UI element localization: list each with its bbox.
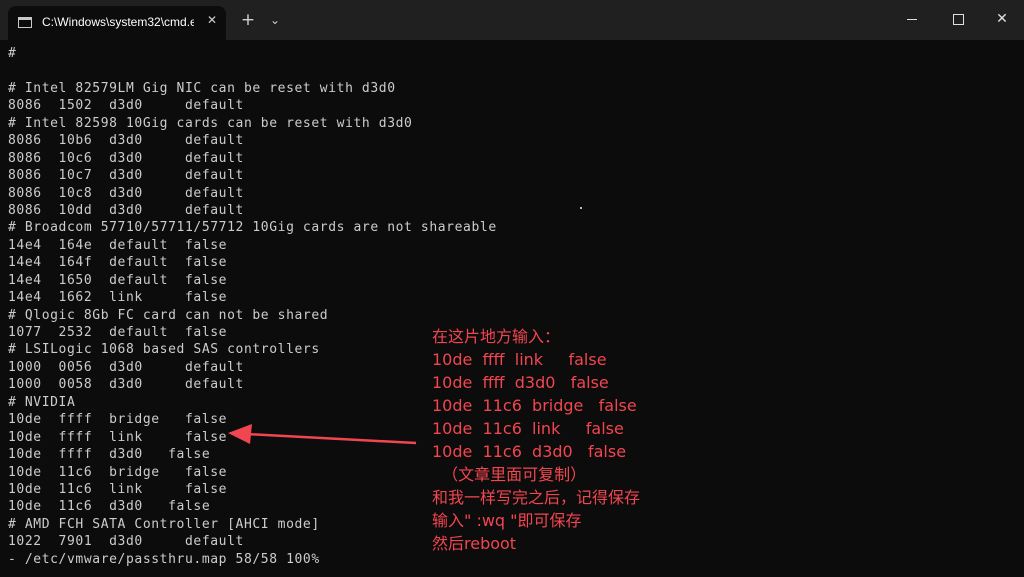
annotation-line: 10de ffff d3d0 false	[432, 373, 609, 392]
annotation-line: 然后reboot	[432, 534, 517, 553]
annotation-line: 10de 11c6 d3d0 false	[432, 442, 627, 461]
annotation-line: 10de ffff link false	[432, 350, 607, 369]
annotation-note: 在这片地方输入： 10de ffff link false 10de ffff …	[432, 325, 640, 555]
arrow-shaft	[245, 432, 417, 445]
annotation-line: 在这片地方输入：	[432, 327, 561, 346]
annotation-line: 10de 11c6 bridge false	[432, 396, 637, 415]
annotation-line: 10de 11c6 link false	[432, 419, 624, 438]
annotation-line: （文章里面可复制）	[432, 465, 587, 484]
annotation-line: 输入" :wq "即可保存	[432, 511, 582, 530]
arrow-head	[228, 424, 252, 444]
annotation-line: 和我一样写完之后，记得保存	[432, 488, 641, 507]
